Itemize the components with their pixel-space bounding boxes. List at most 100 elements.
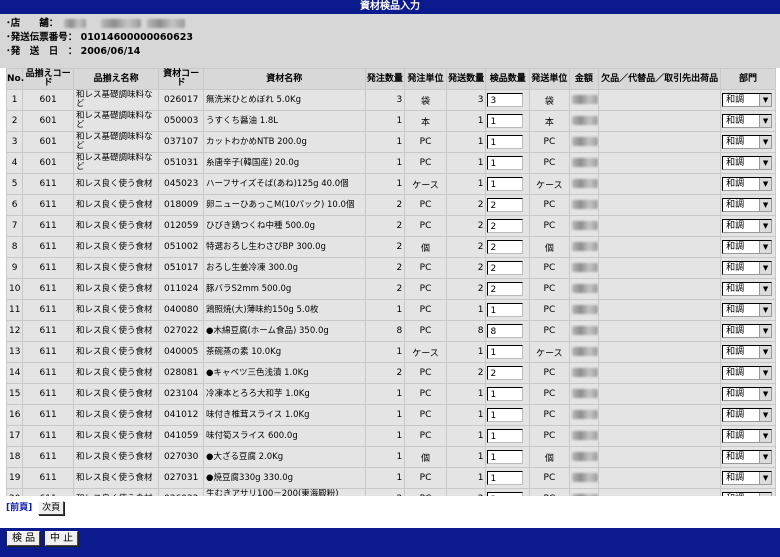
chevron-down-icon[interactable]: ▼ (759, 262, 772, 274)
chevron-down-icon[interactable]: ▼ (759, 115, 772, 127)
chevron-down-icon[interactable]: ▼ (759, 493, 772, 496)
slip-number: 01014600000060623 (80, 32, 193, 43)
chevron-down-icon[interactable]: ▼ (759, 409, 772, 421)
department-select[interactable]: 和調 ▼ (722, 219, 773, 233)
chevron-down-icon[interactable]: ▼ (759, 325, 772, 337)
chevron-down-icon[interactable]: ▼ (759, 220, 772, 232)
department-select[interactable]: 和調 ▼ (722, 198, 773, 212)
chevron-down-icon[interactable]: ▼ (759, 241, 772, 253)
inspect-qty-input[interactable]: 1 (487, 177, 524, 191)
inspect-qty-input[interactable]: 8 (487, 324, 524, 338)
department-select[interactable]: 和調 ▼ (722, 261, 773, 275)
chevron-down-icon[interactable]: ▼ (759, 136, 772, 148)
chevron-down-icon[interactable]: ▼ (759, 367, 772, 379)
inspect-qty-input[interactable]: 1 (487, 303, 524, 317)
department-select[interactable]: 和調 ▼ (722, 114, 773, 128)
chevron-down-icon[interactable]: ▼ (759, 472, 772, 484)
inspect-qty-input[interactable]: 2 (487, 282, 524, 296)
amount-redacted (571, 95, 598, 104)
inspect-qty-input[interactable]: 1 (487, 429, 524, 443)
amount-redacted (571, 263, 598, 272)
inspect-qty-input[interactable]: 2 (487, 492, 524, 496)
department-select[interactable]: 和調 ▼ (722, 324, 773, 338)
row-number: 1 (7, 90, 23, 110)
store-row: ･店 舗： (6, 18, 186, 30)
row-number: 18 (7, 447, 23, 467)
next-page-button[interactable]: 次頁 (38, 501, 65, 515)
inspect-qty-input[interactable]: 1 (487, 135, 524, 149)
department-select[interactable]: 和調 ▼ (722, 345, 773, 359)
chevron-down-icon[interactable]: ▼ (759, 283, 772, 295)
material-name: 無洗米ひとめぼれ 5.0Kg (204, 90, 365, 110)
department-select[interactable]: 和調 ▼ (722, 156, 773, 170)
group-code: 611 (23, 216, 74, 236)
inspect-button[interactable]: 検 品 (7, 531, 41, 546)
shortage-note (599, 468, 721, 488)
shortage-note (599, 174, 721, 194)
chevron-down-icon[interactable]: ▼ (759, 157, 772, 169)
department-select[interactable]: 和調 ▼ (722, 303, 773, 317)
department-select[interactable]: 和調 ▼ (722, 471, 773, 485)
material-code: 018009 (159, 195, 204, 215)
department-select[interactable]: 和調 ▼ (722, 492, 773, 496)
chevron-down-icon[interactable]: ▼ (759, 346, 772, 358)
chevron-down-icon[interactable]: ▼ (759, 451, 772, 463)
department-select[interactable]: 和調 ▼ (722, 93, 773, 107)
inspect-qty-input[interactable]: 2 (487, 240, 524, 254)
material-name: 味付筍スライス 600.0g (204, 426, 365, 446)
group-code: 601 (23, 132, 74, 152)
inspect-qty-input[interactable]: 1 (487, 450, 524, 464)
cancel-button[interactable]: 中 止 (45, 531, 79, 546)
inspect-qty-input[interactable]: 2 (487, 198, 524, 212)
table-row: 12 611 和レス良く使う食材 027022 ●木綿豆腐(ホーム食品) 350.0g 8… (7, 321, 775, 341)
slip-label: ･発送伝票番号： (6, 32, 78, 43)
department-select[interactable]: 和調 ▼ (722, 135, 773, 149)
column-header: 検品数量 (486, 69, 530, 89)
chevron-down-icon[interactable]: ▼ (759, 178, 772, 190)
prev-page-link[interactable]: [前頁] (6, 503, 32, 513)
chevron-down-icon[interactable]: ▼ (759, 199, 772, 211)
inspect-qty-input[interactable]: 1 (487, 471, 524, 485)
table-row: 4 601 和レス基礎調味料など 051031 糸唐辛子(韓国産) 20.0g 1 PC 1 1… (7, 153, 775, 173)
table-row: 3 601 和レス基礎調味料など 037107 カットわかめNTB 200.0g 1 PC 1… (7, 132, 775, 152)
group-code: 611 (23, 321, 74, 341)
department-select[interactable]: 和調 ▼ (722, 240, 773, 254)
inspect-qty-input[interactable]: 1 (487, 114, 524, 128)
inspect-qty-input[interactable]: 2 (487, 261, 524, 275)
department-select[interactable]: 和調 ▼ (722, 177, 773, 191)
department-select[interactable]: 和調 ▼ (722, 429, 773, 443)
ship-unit: PC (530, 363, 569, 383)
ship-qty: 1 (446, 111, 486, 131)
chevron-down-icon[interactable]: ▼ (759, 430, 772, 442)
department-value: 和調 (726, 95, 745, 105)
chevron-down-icon[interactable]: ▼ (759, 304, 772, 316)
chevron-down-icon[interactable]: ▼ (759, 94, 772, 106)
inspect-qty-input[interactable]: 1 (487, 156, 524, 170)
department-select[interactable]: 和調 ▼ (722, 450, 773, 464)
table-header: No. 品揃えコード 品揃え名称 資材コード 資材名称 発注数量 発注単位 発送数量 検品数量発… (7, 69, 775, 89)
material-code: 041059 (159, 426, 204, 446)
chevron-down-icon[interactable]: ▼ (759, 388, 772, 400)
order-unit: PC (405, 216, 446, 236)
department-select[interactable]: 和調 ▼ (722, 282, 773, 296)
group-code: 611 (23, 279, 74, 299)
row-number: 13 (7, 342, 23, 362)
department-select[interactable]: 和調 ▼ (722, 408, 773, 422)
group-name: 和レス良く使う食材 (74, 300, 159, 320)
inspect-qty-input[interactable]: 3 (487, 93, 524, 107)
shortage-note (599, 363, 721, 383)
inspect-qty-input[interactable]: 2 (487, 219, 524, 233)
inspect-qty-input[interactable]: 2 (487, 366, 524, 380)
row-number: 2 (7, 111, 23, 131)
department-select[interactable]: 和調 ▼ (722, 366, 773, 380)
group-code: 611 (23, 237, 74, 257)
material-code: 050003 (159, 111, 204, 131)
inspect-qty-input[interactable]: 1 (487, 387, 524, 401)
table-row: 18 611 和レス良く使う食材 027030 ●大ざる豆腐 2.0Kg 1 個 1 1 個和調 ▼ (7, 447, 775, 467)
department-select[interactable]: 和調 ▼ (722, 387, 773, 401)
table-row: 15 611 和レス良く使う食材 023104 冷凍本とろろ大和芋 1.0Kg 1 PC 1 1… (7, 384, 775, 404)
order-qty: 2 (365, 279, 405, 299)
material-code: 036033 (159, 489, 204, 496)
inspect-qty-input[interactable]: 1 (487, 345, 524, 359)
inspect-qty-input[interactable]: 1 (487, 408, 524, 422)
